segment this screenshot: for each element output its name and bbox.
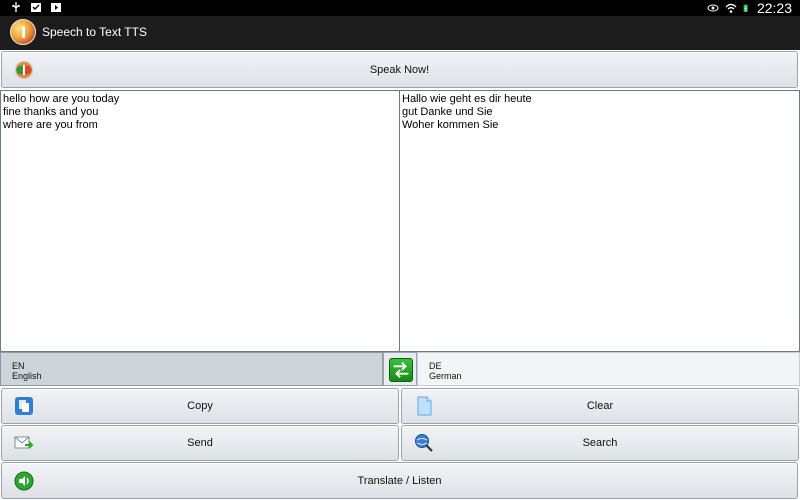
eye-icon xyxy=(707,4,719,12)
target-language-selector[interactable]: DE German xyxy=(417,352,800,386)
copy-button[interactable]: Copy xyxy=(1,388,399,424)
status-clock: 22:23 xyxy=(756,0,792,16)
target-text-area[interactable]: Hallo wie geht es dir heute gut Danke un… xyxy=(399,90,800,352)
source-language-name: English xyxy=(12,371,42,381)
source-text-line: hello how are you today xyxy=(3,93,120,105)
target-text-line: Hallo wie geht es dir heute xyxy=(402,93,532,105)
app-title: Speech to Text TTS xyxy=(42,25,147,39)
translate-listen-label: Translate / Listen xyxy=(357,474,442,487)
usb-icon xyxy=(12,2,20,12)
app-logo-icon[interactable] xyxy=(10,19,36,45)
action-bar: Speech to Text TTS xyxy=(0,16,800,50)
target-text-line: gut Danke und Sie xyxy=(402,106,493,118)
source-text-lines: hello how are you today fine thanks and … xyxy=(1,91,399,132)
target-language-name: German xyxy=(429,371,462,381)
source-language-selector[interactable]: EN English xyxy=(0,352,383,386)
send-button[interactable]: Send xyxy=(1,425,399,461)
play-store-icon xyxy=(51,3,61,12)
search-button[interactable]: Search xyxy=(401,425,799,461)
clear-button[interactable]: Clear xyxy=(401,388,799,424)
source-text-line: fine thanks and you xyxy=(3,106,99,118)
battery-charging-icon xyxy=(743,4,748,12)
download-done-icon xyxy=(31,3,41,12)
speak-now-label: Speak Now! xyxy=(369,63,430,76)
target-text-lines: Hallo wie geht es dir heute gut Danke un… xyxy=(400,91,799,132)
source-language-code: EN xyxy=(12,361,25,371)
clear-label: Clear xyxy=(586,400,614,412)
speak-now-button[interactable]: Speak Now! xyxy=(1,51,798,88)
app-window: 22:23 Speech to Text TTS Speak Now! hell… xyxy=(0,0,800,500)
target-text-line: Woher kommen Sie xyxy=(402,119,499,131)
swap-arrows-glyph xyxy=(393,362,409,378)
target-language-code: DE xyxy=(429,361,442,371)
status-right-icons: 22:23 xyxy=(707,0,792,16)
status-left-icons xyxy=(10,1,62,13)
status-bar: 22:23 xyxy=(0,0,800,16)
search-label: Search xyxy=(582,437,618,449)
swap-languages-button[interactable] xyxy=(383,352,417,386)
send-label: Send xyxy=(187,437,213,449)
copy-label: Copy xyxy=(187,400,213,412)
swap-arrows-icon xyxy=(389,358,413,382)
wifi-icon xyxy=(725,3,737,13)
source-text-line: where are you from xyxy=(3,119,98,131)
translate-listen-button[interactable]: Translate / Listen xyxy=(1,462,798,499)
source-text-area[interactable]: hello how are you today fine thanks and … xyxy=(0,90,400,352)
